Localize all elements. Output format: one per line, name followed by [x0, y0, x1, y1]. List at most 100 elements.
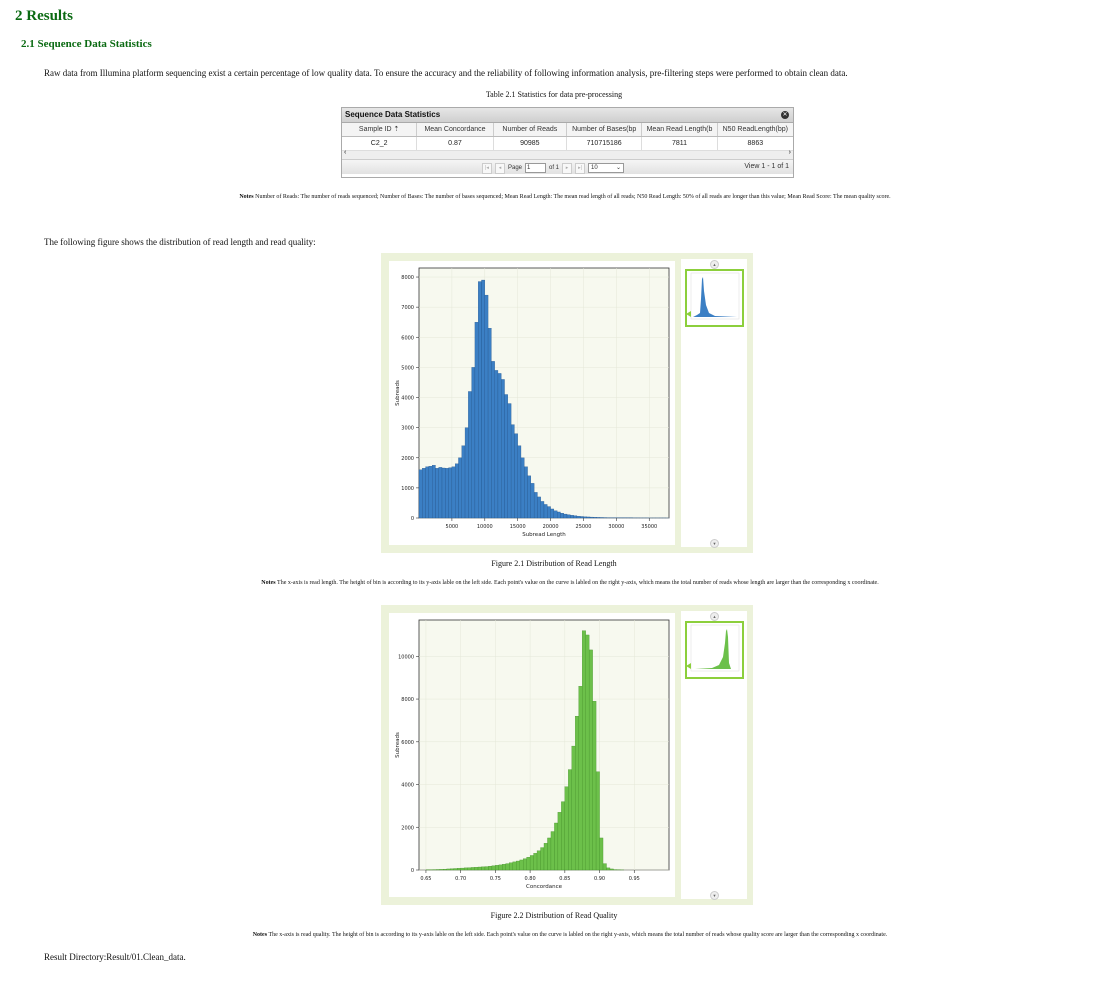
- prev-page-icon[interactable]: ◂: [495, 162, 505, 174]
- read-quality-histogram: 0 2000 4000 6000 8000 10000 0.65 0.70 0.75 0.80 0.…: [395, 619, 670, 890]
- rows-per-page-select[interactable]: 10 ⌄: [588, 163, 625, 173]
- figure1-caption: Figure 2.1 Distribution of Read Length: [491, 559, 617, 568]
- histogram-bar: [446, 868, 451, 871]
- x-tick-label: 20000: [543, 524, 559, 530]
- thumbnail-read-quality[interactable]: [685, 621, 744, 679]
- scroll-left-icon[interactable]: ‹: [344, 149, 346, 156]
- thumb-scroll-down-icon[interactable]: ▼: [710, 539, 719, 548]
- thumbnail-panel: ▲ ▼: [681, 259, 747, 548]
- histogram-bar: [536, 850, 541, 871]
- col-header-n50-read-length[interactable]: N50 ReadLength(bp): [718, 123, 793, 136]
- histogram-bar: [425, 466, 430, 519]
- histogram-bar: [580, 516, 584, 519]
- y-axis-label: Subreads: [395, 732, 401, 758]
- selected-arrow-icon: [686, 311, 691, 317]
- y-tick-label: 2000: [401, 456, 414, 462]
- thumbnail-histogram-icon: [690, 272, 740, 320]
- x-tick-label: 15000: [510, 524, 526, 530]
- histogram-bar: [512, 861, 517, 871]
- table-row[interactable]: C2_2 0.87 90985 710715186 7811 8863: [342, 137, 793, 151]
- y-tick-label: 5000: [401, 365, 414, 371]
- histogram-bar: [501, 379, 505, 519]
- thumbnail-panel: ▲ ▼: [681, 611, 747, 900]
- histogram-bar: [481, 866, 486, 871]
- y-tick-label: 0: [411, 868, 414, 874]
- histogram-bar: [537, 496, 541, 519]
- histogram-bar: [481, 279, 485, 519]
- histogram-bar: [470, 867, 475, 871]
- histogram-bar: [573, 515, 578, 519]
- thumbnail-read-length[interactable]: [685, 269, 744, 327]
- y-tick-label: 8000: [401, 275, 414, 281]
- histogram-bar: [547, 837, 552, 871]
- y-tick-label: 8000: [401, 697, 414, 703]
- histogram-bar: [448, 467, 453, 519]
- table-caption: Table 2.1 Statistics for data pre-proces…: [485, 90, 623, 99]
- histogram-bar: [602, 863, 607, 871]
- col-header-number-of-bases[interactable]: Number of Bases(bp: [567, 123, 643, 136]
- histogram-bar: [523, 858, 527, 871]
- grid-pager: |◂ ◂ Page 1 of 1 ▸ ▸| 10 ⌄ View 1 - 1 of …: [342, 160, 793, 174]
- histogram-bar: [586, 516, 591, 519]
- thumb-scroll-up-icon[interactable]: ▲: [710, 612, 719, 621]
- col-header-mean-read-length[interactable]: Mean Read Length(b: [642, 123, 718, 136]
- histogram-bar: [516, 860, 520, 871]
- histogram-bar: [593, 517, 597, 519]
- page-number-input[interactable]: 1: [525, 163, 547, 173]
- y-tick-label: 6000: [401, 740, 414, 746]
- first-page-icon[interactable]: |◂: [482, 162, 492, 174]
- sort-icon[interactable]: ⇡: [394, 126, 400, 133]
- histogram-bar: [576, 516, 581, 519]
- figure-intro: The following figure shows the distribut…: [44, 237, 316, 247]
- section-title: 2 Results: [15, 8, 73, 24]
- histogram-bar: [595, 771, 600, 871]
- figure-read-quality-viewer: 0 2000 4000 6000 8000 10000 0.65 0.70 0.75 0.80 0.…: [381, 605, 753, 905]
- last-page-icon[interactable]: ▸|: [575, 162, 586, 174]
- thumb-scroll-up-icon[interactable]: ▲: [710, 260, 719, 269]
- y-tick-label: 0: [411, 516, 414, 522]
- histogram-bar: [540, 501, 545, 519]
- x-tick-label: 10000: [477, 524, 493, 530]
- histogram-bar: [540, 847, 545, 871]
- histogram-bar: [494, 370, 499, 519]
- histogram-bar: [592, 701, 597, 871]
- figure2-caption: Figure 2.2 Distribution of Read Quality: [490, 911, 618, 920]
- figure2-notes: Notes The x-axis is read quality. The he…: [252, 932, 888, 938]
- histogram-bar: [422, 468, 426, 519]
- y-tick-label: 1000: [401, 486, 414, 492]
- plot-area: [418, 619, 670, 871]
- y-tick-label: 4000: [401, 396, 414, 402]
- histogram-bar: [519, 859, 524, 871]
- y-axis-label: Subreads: [395, 380, 401, 406]
- cell-sample-id: C2_2: [342, 137, 418, 150]
- x-axis-label: Concordance: [526, 884, 563, 890]
- histogram-bar: [524, 466, 528, 519]
- histogram-bar: [441, 467, 446, 519]
- histogram-bar: [510, 424, 515, 519]
- read-length-histogram: 0 1000 2000 3000 4000 5000 6000 7000 8000 5000 100…: [395, 267, 670, 538]
- histogram-bar: [517, 445, 522, 519]
- histogram-bar: [557, 511, 561, 519]
- thumb-scroll-down-icon[interactable]: ▼: [710, 891, 719, 900]
- next-page-icon[interactable]: ▸: [562, 162, 573, 174]
- col-header-mean-concordance[interactable]: Mean Concordance: [417, 123, 494, 136]
- col-header-sample-id[interactable]: Sample ID ⇡: [342, 123, 418, 136]
- x-tick-label: 0.80: [525, 876, 536, 882]
- scroll-right-icon[interactable]: ›: [789, 149, 791, 156]
- result-directory: Result Directory:Result/01.Clean_data.: [44, 952, 186, 962]
- thumbnail-histogram-icon: [690, 624, 740, 672]
- histogram-bar: [578, 686, 583, 871]
- histogram-bar: [418, 469, 423, 519]
- histogram-bar: [557, 812, 562, 871]
- histogram-bar: [491, 361, 495, 519]
- histogram-bar: [484, 294, 489, 519]
- histogram-bar: [550, 508, 555, 519]
- col-header-number-of-reads[interactable]: Number of Reads: [494, 123, 567, 136]
- histogram-bar: [533, 853, 538, 871]
- chevron-down-icon: ⌄: [616, 165, 622, 171]
- histogram-bar: [571, 745, 576, 871]
- histogram-bar: [526, 857, 531, 871]
- horizontal-scrollbar[interactable]: ‹ ›: [342, 149, 793, 160]
- histogram-bar: [560, 513, 564, 519]
- collapse-icon[interactable]: ✕: [781, 111, 789, 119]
